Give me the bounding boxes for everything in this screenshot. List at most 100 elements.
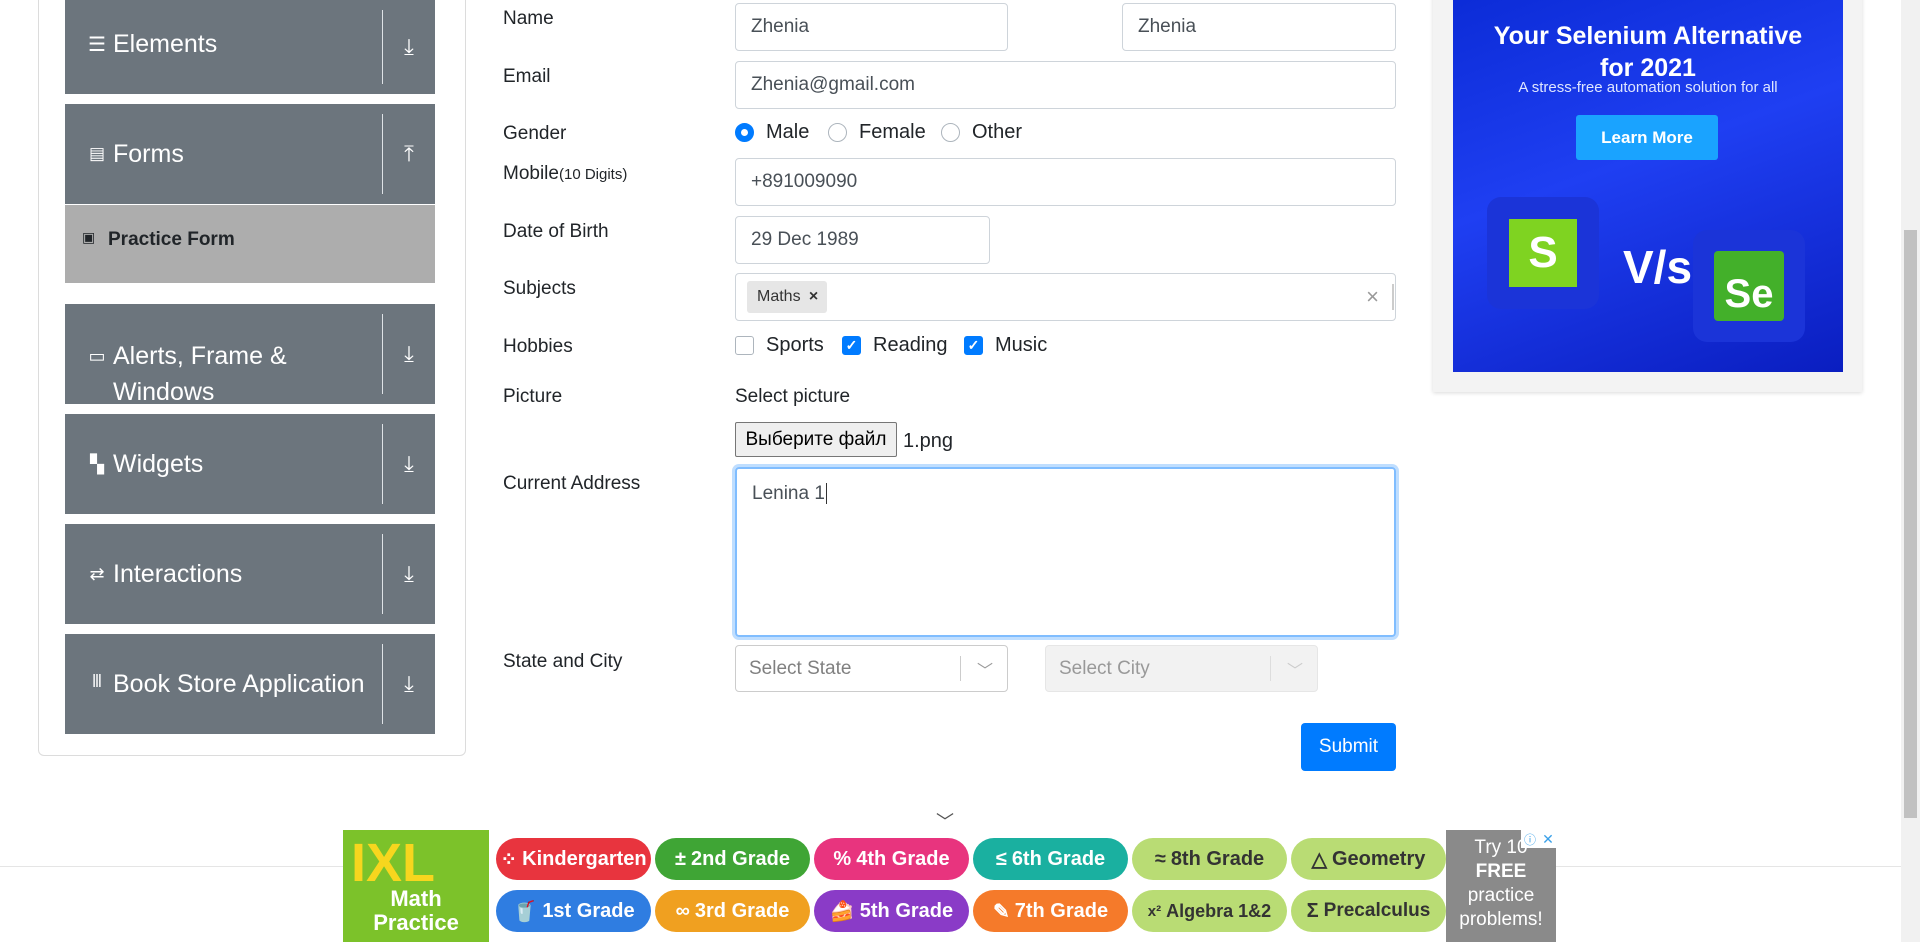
divider [1270,656,1271,681]
grade-1st[interactable]: 🥤 1st Grade [496,890,651,932]
grade-8th[interactable]: ≈8th Grade [1132,838,1287,880]
choose-file-button[interactable]: Выберите файл [735,422,897,457]
page-scrollbar[interactable] [1901,0,1920,942]
name-label: Name [503,8,554,29]
email-label: Email [503,66,551,87]
sidebar-group-book-store[interactable]: 𝍫 Book Store Application ⤓ [65,634,435,734]
submit-button[interactable]: Submit [1301,723,1396,771]
selenium-alternative-ad[interactable]: Your Selenium Alternative for 2021 A str… [1433,0,1862,392]
grade-label: 6th Grade [1011,847,1106,870]
grade-kindergarten[interactable]: ⁘ Kindergarten [496,838,651,880]
grade-label: 5th Grade [859,899,954,922]
grade-label: 1st Grade [542,899,635,922]
grade-3rd[interactable]: ∞ 3rd Grade [655,890,810,932]
checkbox-checked-icon: ✓ [842,336,861,355]
sidebar-group-widgets[interactable]: ▚ Widgets ⤓ [65,414,435,514]
remove-chip-icon[interactable]: × [801,288,827,306]
books-icon: 𝍫 [92,671,102,691]
grade-2nd[interactable]: ±2nd Grade [655,838,810,880]
hamburger-icon: ☰ [88,33,106,56]
ixl-math-ad[interactable]: IXL Math Practice ⁘ Kindergarten ±2nd Gra… [343,830,1557,942]
learn-more-button[interactable]: Learn More [1576,115,1718,160]
sidebar-group-label: Forms [113,140,184,168]
download-icon[interactable]: ⤓ [383,414,435,514]
document-icon: ▤ [88,144,106,163]
textarea-value: Lenina 1 [752,483,825,504]
html5-icon: ▣ [82,229,96,245]
ad-info-icon[interactable]: ⓘ [1521,830,1539,848]
grade-icon: x² [1147,902,1162,920]
tagline-line: Practice [373,910,459,935]
sidebar-item-practice-form[interactable]: ▣ Practice Form [65,205,435,283]
sidebar-group-label-cont: Windows [113,378,215,406]
sidebar-group-elements[interactable]: ☰ Elements ⤓ [65,0,435,94]
state-placeholder: Select State [749,658,852,679]
first-name-field[interactable]: Zhenia [735,3,1008,51]
state-select[interactable]: Select State ﹀ [735,645,1008,692]
gender-other-radio[interactable]: Other [941,121,1022,144]
sidebar-group-forms[interactable]: ▤ Forms ⤒ [65,104,435,204]
grade-icon: △ [1311,848,1327,871]
grade-precalculus[interactable]: Σ Precalculus [1291,890,1446,932]
download-icon[interactable]: ⤓ [383,524,435,624]
grade-algebra[interactable]: x² Algebra 1&2 [1132,890,1287,932]
chip-label: Maths [757,288,801,305]
city-placeholder: Select City [1059,658,1150,679]
hobby-reading-checkbox[interactable]: ✓ Reading [842,334,948,357]
grade-geometry[interactable]: △ Geometry [1291,838,1446,880]
subject-chip: Maths × [747,281,827,313]
grade-5th[interactable]: 🍰 5th Grade [814,890,969,932]
mobile-hint: (10 Digits) [558,166,628,183]
sidebar-group-interactions[interactable]: ⇄ Interactions ⤓ [65,524,435,624]
current-address-textarea[interactable]: Lenina 1 [735,467,1396,637]
upload-icon[interactable]: ⤒ [383,104,435,204]
scrollbar-thumb[interactable] [1904,230,1917,818]
grade-icon: ✎ [992,900,1010,923]
gender-male-radio[interactable]: Male [735,121,809,144]
sidebar-group-alerts[interactable]: ▭ Alerts, Frame & Windows ⤓ [65,304,435,406]
hobby-sports-checkbox[interactable]: Sports [735,334,824,357]
try-line: FREE [1475,861,1527,882]
sidebar-group-label: Interactions [113,560,243,588]
grade-icon: ± [675,847,687,870]
grade-4th[interactable]: % 4th Grade [814,838,969,880]
radio-unchecked-icon [828,123,847,142]
checkbox-label: Reading [873,334,948,356]
grade-6th[interactable]: ≤6th Grade [973,838,1128,880]
last-name-field[interactable]: Zhenia [1122,3,1396,51]
mobile-field[interactable]: +891009090 [735,158,1396,206]
grade-label: 2nd Grade [691,847,790,870]
download-icon[interactable]: ⤓ [383,0,435,94]
checkbox-unchecked-icon [735,336,754,355]
try-line: practice [1467,885,1535,906]
hobby-music-checkbox[interactable]: ✓ Music [964,334,1047,357]
window-icon: ▭ [88,345,106,366]
ixl-brand: IXL [351,833,436,893]
picture-label: Picture [503,386,563,407]
subjects-input[interactable]: × [735,273,1396,321]
ad-headline: Your Selenium Alternative [1493,22,1803,50]
sidebar-item-label: Practice Form [108,229,235,250]
widgets-icon: ▚ [90,453,104,474]
email-field[interactable]: Zhenia@gmail.com [735,61,1396,109]
grade-icon: ≈ [1154,847,1166,870]
download-icon[interactable]: ⤓ [383,634,435,734]
try-line: problems! [1459,909,1543,930]
download-icon[interactable]: ⤓ [383,304,435,404]
ad-close-icon[interactable]: ✕ [1539,830,1557,848]
grade-icon: 🍰 [829,900,855,923]
clear-icon[interactable]: × [1366,284,1379,310]
gender-female-radio[interactable]: Female [828,121,926,144]
interactions-icon: ⇄ [89,563,105,584]
date-of-birth-field[interactable]: 29 Dec 1989 [735,216,990,264]
grade-7th[interactable]: ✎ 7th Grade [973,890,1128,932]
grade-label: Precalculus [1323,900,1431,921]
sidebar-group-label: Widgets [113,450,204,478]
city-select[interactable]: Select City ﹀ [1045,645,1318,692]
selenium-logo-icon: Se [1693,230,1805,342]
tagline-line: Math [390,886,442,911]
checkbox-label: Sports [766,334,824,356]
select-picture-caption: Select picture [735,386,851,407]
divider [1392,284,1394,310]
radio-checked-icon [735,123,754,142]
